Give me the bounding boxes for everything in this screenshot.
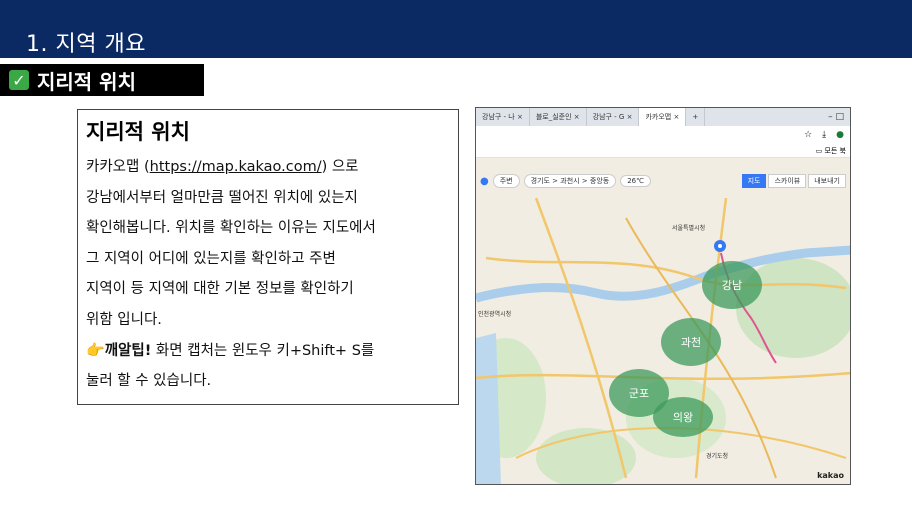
section-title: 지리적 위치: [37, 69, 136, 94]
skyview-button[interactable]: 스카이뷰: [768, 174, 807, 188]
bookmark-all[interactable]: 모든 북: [824, 146, 846, 156]
section-label: ✓ 지리적 위치: [0, 64, 204, 96]
export-button[interactable]: 내보내기: [808, 174, 846, 188]
region-label-gwacheon: 과천: [681, 335, 701, 349]
star-icon[interactable]: ☆: [804, 130, 812, 140]
pointing-hand-icon: 👉: [86, 341, 105, 359]
city-label: 경기도청: [706, 452, 728, 460]
map-marker-icon[interactable]: ●: [480, 176, 489, 187]
weather-badge: 26℃: [620, 175, 651, 187]
tip-text: 화면 캡처는 윈도우 키+Shift+ S를: [151, 343, 375, 359]
tip-label: 깨알팁!: [104, 343, 152, 359]
textbox-paragraph: 카카오맵 (https://map.kakao.com/) 으로 강남에서부터 …: [86, 152, 450, 335]
header-bar: 1. 지역 개요: [0, 0, 912, 58]
page-title: 1. 지역 개요: [26, 32, 146, 57]
map-canvas[interactable]: 강남 과천 군포 의왕 서울특별시청 인천광역시청 경기도청: [476, 158, 851, 485]
textbox-title: 지리적 위치: [86, 120, 190, 144]
browser-tab[interactable]: 강남구 - 나 ×: [476, 108, 530, 126]
bookmark-bar: ▭ 모든 북: [476, 144, 850, 158]
kakao-logo: kakao: [817, 471, 844, 480]
window-controls[interactable]: – □: [822, 112, 850, 122]
region-label-gunpo: 군포: [629, 387, 649, 400]
nearby-button[interactable]: 주변: [492, 174, 520, 188]
kakao-map-link[interactable]: https://map.kakao.com/: [150, 159, 322, 175]
tip-text-2: 눌러 할 수 있습니다.: [86, 373, 212, 389]
para-line-4: 지역이 등 지역에 대한 기본 정보를 확인하기: [86, 281, 354, 297]
map-toolbar: ● 주변 경기도 > 과천시 > 중앙동 26℃ 지도 스카이뷰 내보내기: [476, 171, 850, 191]
browser-tab[interactable]: 블로_실준인 ×: [530, 108, 587, 126]
para-prefix: 카카오맵 (: [86, 159, 150, 175]
tip-line: 👉깨알팁! 화면 캡처는 윈도우 키+Shift+ S를 눌러 할 수 있습니다…: [86, 335, 450, 396]
para-after-link: ) 으로: [321, 159, 359, 175]
map-screenshot: 강남구 - 나 × 블로_실준인 × 강남구 - G × 카카오맵 × + – …: [475, 107, 851, 485]
check-mark-icon: ✓: [9, 70, 29, 90]
profile-icon[interactable]: ●: [836, 130, 844, 140]
region-label-gangnam: 강남: [722, 279, 742, 292]
map-view-button[interactable]: 지도: [741, 174, 767, 188]
para-line-3: 그 지역이 어디에 있는지를 확인하고 주변: [86, 250, 336, 267]
browser-tab-active[interactable]: 카카오맵 ×: [639, 108, 687, 126]
para-line-2: 확인해봅니다. 위치를 확인하는 이유는 지도에서: [86, 220, 376, 236]
browser-tab-bar: 강남구 - 나 × 블로_실준인 × 강남구 - G × 카카오맵 × + – …: [476, 108, 850, 126]
download-icon[interactable]: ⤓: [822, 130, 826, 140]
city-label: 인천광역시청: [478, 310, 511, 318]
description-textbox: 지리적 위치 카카오맵 (https://map.kakao.com/) 으로 …: [77, 109, 459, 405]
new-tab-icon[interactable]: +: [686, 108, 706, 126]
para-line-5: 위함 입니다.: [86, 311, 162, 328]
folder-icon: ▭: [815, 146, 825, 155]
para-line-1: 강남에서부터 얼마만큼 떨어진 위치에 있는지: [86, 189, 358, 206]
region-label-uiwang: 의왕: [673, 411, 693, 424]
map-breadcrumb[interactable]: 경기도 > 과천시 > 중앙동: [523, 174, 617, 188]
city-label: 서울특별시청: [672, 224, 705, 232]
address-bar: ☆ ⤓ ●: [476, 126, 850, 144]
browser-tab[interactable]: 강남구 - G ×: [587, 108, 640, 126]
